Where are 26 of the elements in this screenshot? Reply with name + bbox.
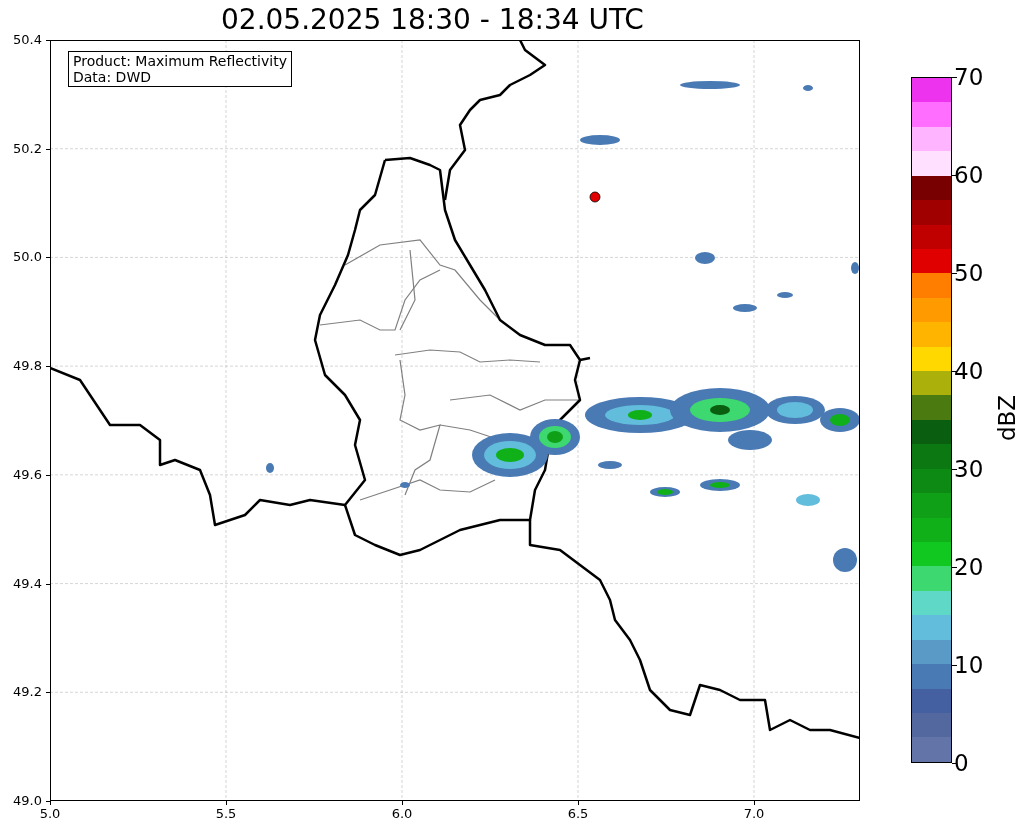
axis-tick-label: 6.0 (390, 806, 414, 822)
colorbar-tick-label: 10 (954, 652, 984, 678)
location-dot (589, 191, 601, 203)
axis-tick-label: 49.0 (12, 793, 42, 809)
axis-tick-label: 50.4 (12, 32, 42, 48)
colorbar-tick-label: 20 (954, 554, 984, 580)
axis-tick-label: 49.6 (12, 466, 42, 483)
colorbar-tick-label: 70 (954, 64, 984, 90)
colorbar-tick-label: 30 (954, 456, 984, 482)
axis-tick-label: 5.5 (214, 806, 238, 822)
axis-tick-label: 50.2 (12, 140, 42, 157)
axis-tick-label: 49.2 (12, 684, 42, 701)
axis-tick-label: 49.8 (12, 358, 42, 375)
colorbar-tick-label: 40 (954, 358, 984, 384)
axis-tick-label: 5.0 (38, 806, 62, 822)
colorbar-tick-label: 0 (954, 750, 969, 776)
colorbar-tick-label: 60 (954, 162, 984, 188)
axis-tick-label: 50.0 (12, 249, 42, 266)
axis-tick-label: 6.5 (566, 806, 590, 822)
chart-title: 02.05.2025 18:30 - 18:34 UTC (221, 3, 644, 37)
colorbar-tick-label: 50 (954, 260, 984, 286)
axis-tick-label: 7.0 (742, 806, 766, 822)
axis-tick-label: 49.4 (12, 575, 42, 592)
info-text: Data: DWD (73, 69, 152, 85)
info-text: Product: Maximum Reflectivity (73, 53, 287, 69)
colorbar-label: dBZ (994, 394, 1021, 442)
